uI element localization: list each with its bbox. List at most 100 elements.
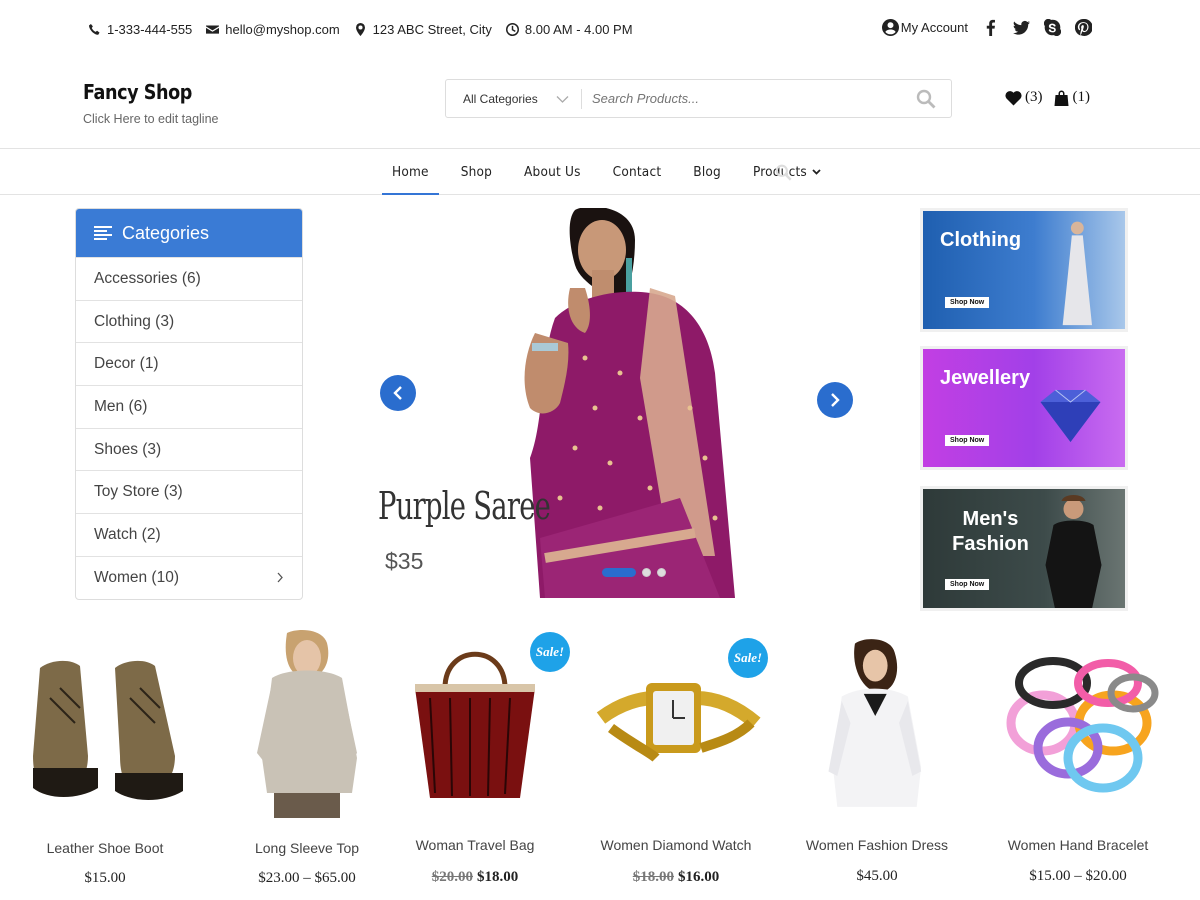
twitter-icon[interactable]	[1013, 19, 1030, 36]
product-sale-price: $18.00	[477, 869, 519, 885]
shopping-bag-icon	[1054, 90, 1068, 106]
nav-item-contact[interactable]: Contact	[603, 149, 672, 194]
product-card[interactable]: Leather Shoe Boot $15.00	[15, 628, 195, 886]
cart-count: (1)	[1072, 89, 1091, 105]
category-label: Accessories (6)	[94, 269, 201, 287]
hero-slider: Purple Saree $35	[370, 208, 870, 598]
product-card[interactable]: Women Fashion Dress $45.00	[787, 628, 967, 884]
product-name[interactable]: Leather Shoe Boot	[15, 840, 195, 856]
mens-fashion-banner[interactable]: Men's Fashion Shop Now	[920, 486, 1128, 611]
wishlist-count: (3)	[1025, 89, 1043, 105]
product-card[interactable]: Women Hand Bracelet $15.00 – $20.00	[988, 628, 1168, 884]
site-header: Fancy Shop Click Here to edit tagline Al…	[0, 60, 1200, 148]
slider-dot[interactable]	[657, 568, 666, 577]
email-info: hello@myshop.com	[206, 22, 340, 37]
long-sleeve-top-image	[257, 630, 357, 818]
nav-item-shop[interactable]: Shop	[451, 149, 502, 194]
my-account-link[interactable]: My Account	[881, 19, 968, 36]
my-account-label: My Account	[900, 20, 968, 35]
cart-link[interactable]: (1)	[1053, 89, 1091, 106]
category-label: Shoes (3)	[94, 440, 162, 458]
header-actions: (3) (1)	[1005, 89, 1090, 106]
category-item-shoes[interactable]: Shoes (3)	[76, 427, 302, 471]
product-name[interactable]: Women Fashion Dress	[787, 837, 967, 853]
slider-prev-button[interactable]	[380, 375, 416, 411]
contact-info: 1-333-444-555 hello@myshop.com 123 ABC S…	[88, 22, 637, 37]
jewellery-banner[interactable]: Jewellery Shop Now	[920, 346, 1128, 470]
nav-search-icon[interactable]	[775, 164, 792, 181]
main-navigation: Home Shop About Us Contact Blog Products	[0, 148, 1200, 195]
user-circle-icon	[881, 19, 899, 36]
banner-title: Clothing	[940, 229, 1022, 251]
product-name[interactable]: Women Hand Bracelet	[988, 837, 1168, 853]
women-fashion-dress-image	[828, 639, 922, 807]
category-label: Clothing (3)	[94, 312, 175, 330]
product-name[interactable]: Long Sleeve Top	[217, 840, 397, 856]
product-price: $45.00	[856, 868, 898, 884]
sale-badge: Sale!	[530, 632, 570, 672]
category-item-men[interactable]: Men (6)	[76, 385, 302, 428]
slider-pagination	[602, 568, 666, 577]
search-button[interactable]	[901, 80, 951, 117]
social-links: My Account	[881, 19, 1092, 36]
clothing-banner[interactable]: Clothing Shop Now	[920, 208, 1128, 332]
product-card[interactable]: Sale! Woman Travel Bag $20.00 $18.00	[385, 628, 570, 885]
banner-title: Men's Fashion	[952, 508, 1029, 555]
slider-next-button[interactable]	[817, 382, 853, 418]
product-sale-price: $16.00	[678, 869, 720, 885]
nav-item-home[interactable]: Home	[382, 149, 439, 195]
nav-item-label: Shop	[460, 163, 493, 180]
slide-title: Purple Saree	[378, 484, 551, 528]
category-label: Decor (1)	[94, 355, 159, 373]
search-icon	[916, 89, 936, 108]
shop-now-button[interactable]: Shop Now	[945, 435, 990, 446]
categories-title: Categories	[122, 222, 210, 243]
category-item-clothing[interactable]: Clothing (3)	[76, 299, 302, 343]
search-input[interactable]	[582, 80, 901, 117]
slide-price: $35	[385, 548, 424, 574]
category-item-watch[interactable]: Watch (2)	[76, 513, 302, 556]
category-item-women[interactable]: Women (10)	[76, 555, 302, 599]
nav-item-label: Home	[392, 163, 429, 180]
phone-icon	[88, 23, 100, 35]
slider-dot-active[interactable]	[602, 568, 636, 577]
categories-header: Categories	[76, 209, 302, 257]
product-price: $23.00 – $65.00	[258, 870, 356, 886]
search-category-value: All Categories	[463, 91, 538, 106]
clock-icon	[505, 23, 519, 36]
category-item-toy-store[interactable]: Toy Store (3)	[76, 470, 302, 513]
chevron-down-icon	[812, 168, 821, 175]
wishlist-link[interactable]: (3)	[1005, 89, 1043, 106]
search-category-select[interactable]: All Categories	[446, 80, 581, 117]
category-item-decor[interactable]: Decor (1)	[76, 342, 302, 385]
nav-item-blog[interactable]: Blog	[683, 149, 731, 194]
email-text: hello@myshop.com	[225, 22, 340, 37]
pinterest-icon[interactable]	[1075, 19, 1092, 36]
nav-item-about-us[interactable]: About Us	[514, 149, 591, 194]
chevron-right-icon	[831, 393, 840, 407]
address-info: 123 ABC Street, City	[354, 22, 492, 37]
shop-now-button[interactable]: Shop Now	[945, 297, 990, 308]
product-card[interactable]: Sale! Women Diamond Watch $18.00 $16.00	[586, 628, 768, 885]
purple-saree-model-image	[524, 208, 735, 598]
slider-dot[interactable]	[642, 568, 651, 577]
skype-icon[interactable]	[1044, 19, 1061, 36]
male-model-image	[1045, 495, 1102, 608]
category-label: Men (6)	[94, 397, 148, 415]
address-text: 123 ABC Street, City	[372, 22, 492, 37]
nav-item-label: About Us	[524, 163, 581, 180]
menu-lines-icon	[94, 226, 112, 240]
shop-now-button[interactable]: Shop Now	[945, 579, 990, 590]
site-logo[interactable]: Fancy Shop	[83, 80, 192, 104]
product-name[interactable]: Woman Travel Bag	[385, 837, 565, 853]
heart-icon	[1005, 90, 1022, 105]
phone-info: 1-333-444-555	[88, 22, 192, 37]
site-tagline[interactable]: Click Here to edit tagline	[83, 112, 218, 126]
product-card[interactable]: Long Sleeve Top $23.00 – $65.00	[217, 628, 397, 886]
category-label: Toy Store (3)	[94, 483, 183, 501]
facebook-icon[interactable]	[982, 19, 999, 36]
product-price: $18.00 $16.00	[586, 869, 766, 886]
banner-title: Jewellery	[940, 367, 1031, 389]
category-item-accessories[interactable]: Accessories (6)	[76, 257, 302, 300]
product-name[interactable]: Women Diamond Watch	[586, 837, 766, 853]
